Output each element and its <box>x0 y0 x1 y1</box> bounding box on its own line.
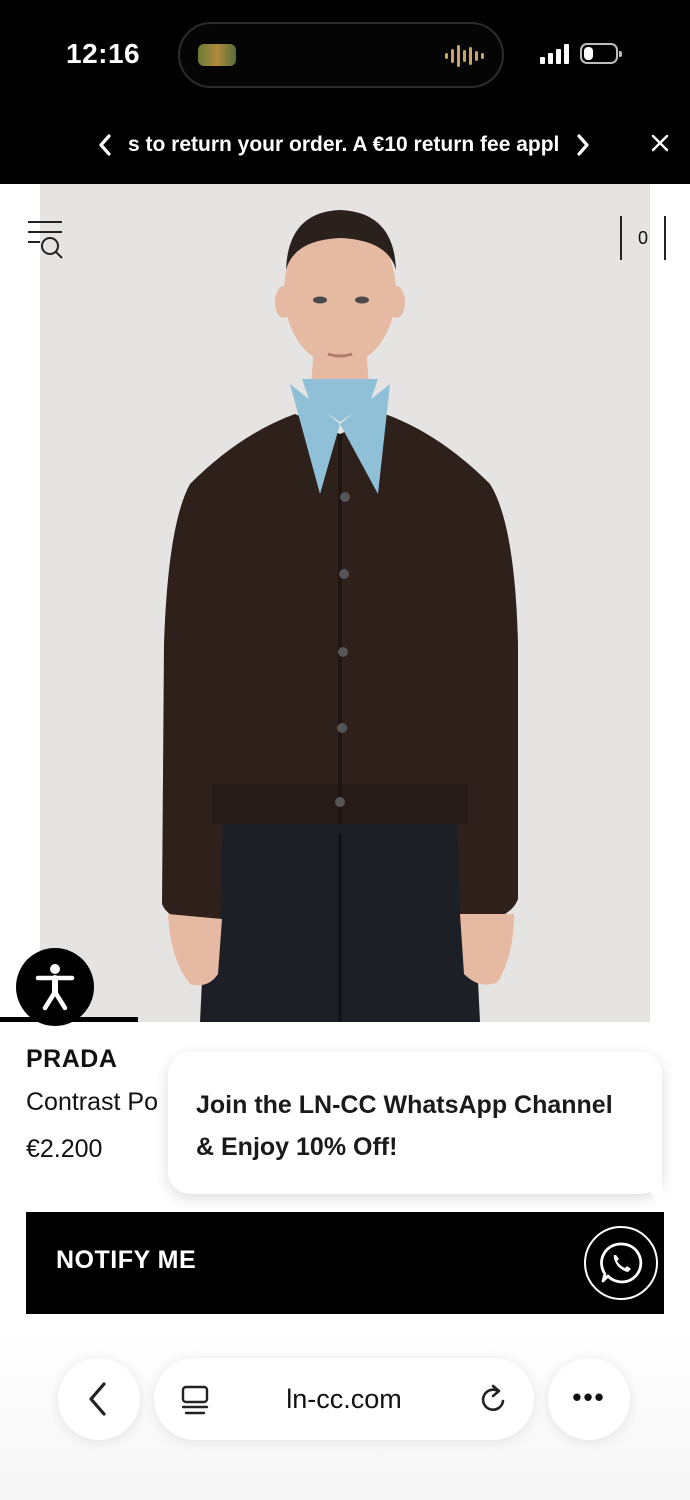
product-price: €2.200 <box>26 1135 103 1163</box>
close-icon[interactable] <box>648 128 672 164</box>
product-name: Contrast Po <box>26 1088 159 1116</box>
more-options-button[interactable]: ••• <box>548 1358 630 1440</box>
whatsapp-icon <box>600 1242 643 1284</box>
whatsapp-button[interactable] <box>584 1226 658 1300</box>
chevron-left-icon[interactable] <box>96 130 114 166</box>
promo-text: Join the LN-CC WhatsApp Channel & Enjoy … <box>196 1091 613 1161</box>
cart-count: 0 <box>637 228 648 248</box>
product-brand[interactable]: PRADA <box>26 1045 117 1074</box>
url-text: ln-cc.com <box>286 1384 402 1414</box>
battery-level <box>584 47 593 60</box>
reload-icon[interactable] <box>478 1382 510 1416</box>
whatsapp-promo-bubble[interactable]: Join the LN-CC WhatsApp Channel & Enjoy … <box>168 1052 662 1194</box>
chevron-right-icon[interactable] <box>574 130 592 166</box>
product-image[interactable] <box>40 184 650 1022</box>
accessibility-icon <box>35 964 75 1011</box>
menu-search-icon[interactable] <box>26 218 66 260</box>
now-playing-artwork <box>198 44 236 66</box>
divider <box>0 1017 138 1022</box>
notify-me-label: NOTIFY ME <box>56 1246 197 1274</box>
address-bar[interactable]: ln-cc.com <box>154 1358 534 1440</box>
chevron-left-icon <box>89 1382 106 1416</box>
accessibility-button[interactable] <box>16 948 94 1026</box>
announcement-bar: s to return your order. A €10 return fee… <box>0 112 690 184</box>
status-bar: 12:16 <box>0 0 690 112</box>
cart-button[interactable]: 0 <box>620 216 666 260</box>
dynamic-island[interactable] <box>178 22 504 88</box>
battery-icon <box>580 43 622 64</box>
cellular-signal-icon <box>540 44 569 64</box>
browser-back-button[interactable] <box>58 1358 140 1440</box>
more-icon: ••• <box>572 1382 606 1412</box>
status-time: 12:16 <box>66 38 141 69</box>
audio-waveform-icon <box>445 44 484 68</box>
announcement-text: s to return your order. A €10 return fee… <box>128 133 560 156</box>
notify-me-button[interactable]: NOTIFY ME <box>26 1212 664 1314</box>
